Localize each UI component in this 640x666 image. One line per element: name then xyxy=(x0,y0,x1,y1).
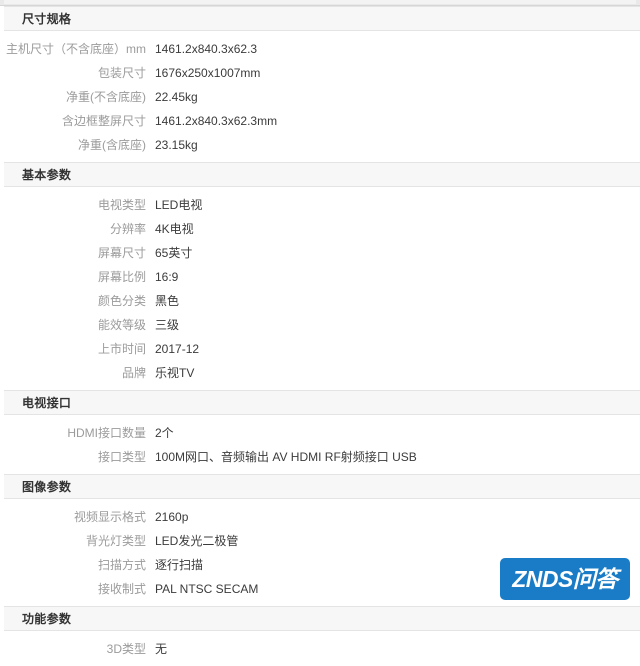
spec-row-value: 22.45kg xyxy=(155,90,198,104)
spec-row-value: LED发光二极管 xyxy=(155,534,239,548)
section-header: 基本参数 xyxy=(4,162,640,187)
spec-row-value: 2017-12 xyxy=(155,342,200,356)
spec-row: 品牌 乐视TV xyxy=(4,361,640,385)
spec-row: 屏幕比例 16:9 xyxy=(4,265,640,289)
znds-watermark-label: ZNDS问答 xyxy=(512,565,618,592)
spec-row-label: 屏幕比例 xyxy=(97,270,146,284)
znds-watermark-badge: ZNDS问答 xyxy=(500,558,630,600)
spec-row: 净重(含底座) 23.15kg xyxy=(4,133,640,157)
spec-row: 主机尺寸（不含底座）mm 1461.2x840.3x62.3 xyxy=(4,37,640,61)
spec-row-label: 上市时间 xyxy=(97,342,146,356)
spec-row-label: 接口类型 xyxy=(97,450,146,464)
spec-row-value: 2160p xyxy=(155,510,189,524)
spec-row-label: 接收制式 xyxy=(97,582,146,596)
spec-row-value: 黑色 xyxy=(155,294,180,308)
spec-row-value: LED电视 xyxy=(155,198,203,212)
spec-row: 背光灯类型 LED发光二极管 xyxy=(4,529,640,553)
spec-row-label: 品牌 xyxy=(121,366,146,380)
spec-row-label: 颜色分类 xyxy=(97,294,146,308)
spec-row: 上市时间 2017-12 xyxy=(4,337,640,361)
section-rows: 3D类型无 xyxy=(4,631,640,666)
spec-row: 视频显示格式 2160p xyxy=(4,505,640,529)
spec-section: 基本参数电视类型 LED电视 分辨率 4K电视 屏幕尺寸 65英寸 屏幕比例 16:9 颜色分类… xyxy=(4,162,640,390)
spec-row-value: 三级 xyxy=(155,318,180,332)
spec-row: 含边框整屏尺寸 1461.2x840.3x62.3mm xyxy=(4,109,640,133)
spec-row-value: 2个 xyxy=(155,426,174,440)
spec-row-label: 净重(不含底座) xyxy=(66,90,146,104)
spec-row: 接口类型 100M网口、音频输出 AV HDMI RF射频接口 USB xyxy=(4,445,640,469)
section-rows: HDMI接口数量 2个 接口类型 100M网口、音频输出 AV HDMI RF射频接口… xyxy=(4,415,640,474)
spec-row: 电视类型 LED电视 xyxy=(4,193,640,217)
spec-row-value: 无 xyxy=(155,642,168,656)
spec-row: 分辨率 4K电视 xyxy=(4,217,640,241)
spec-section: 电视接口 HDMI接口数量 2个 接口类型 100M网口、音频输出 AV HDMI RF… xyxy=(4,390,640,474)
spec-row-label: 视频显示格式 xyxy=(73,510,146,524)
spec-row-value: 23.15kg xyxy=(155,138,198,152)
spec-row-label: 分辨率 xyxy=(109,222,146,236)
spec-row-label: 含边框整屏尺寸 xyxy=(61,114,146,128)
spec-row: HDMI接口数量 2个 xyxy=(4,421,640,445)
spec-row: 包装尺寸 1676x250x1007mm xyxy=(4,61,640,85)
spec-row-value: 4K电视 xyxy=(155,222,194,236)
spec-row-value: 100M网口、音频输出 AV HDMI RF射频接口 USB xyxy=(155,450,417,464)
spec-row-label: HDMI接口数量 xyxy=(67,426,146,440)
spec-row-value: 1461.2x840.3x62.3 xyxy=(155,42,258,56)
spec-row: 屏幕尺寸 65英寸 xyxy=(4,241,640,265)
spec-row-label: 电视类型 xyxy=(97,198,146,212)
spec-row-value: 1676x250x1007mm xyxy=(155,66,261,80)
spec-section: 尺寸规格主机尺寸（不含底座）mm 1461.2x840.3x62.3 包装尺寸 167… xyxy=(4,6,640,162)
section-rows: 电视类型 LED电视 分辨率 4K电视 屏幕尺寸 65英寸 屏幕比例 16:9 颜色分类 黑色 能效… xyxy=(4,187,640,390)
spec-row-value: 1461.2x840.3x62.3mm xyxy=(155,114,278,128)
spec-row-label: 包装尺寸 xyxy=(97,66,146,80)
spec-sheet: 尺寸规格主机尺寸（不含底座）mm 1461.2x840.3x62.3 包装尺寸 167… xyxy=(0,0,640,666)
spec-row-label: 屏幕尺寸 xyxy=(97,246,146,260)
spec-row-value: 乐视TV xyxy=(155,366,195,380)
section-header: 电视接口 xyxy=(4,390,640,415)
spec-row-value: 16:9 xyxy=(155,270,179,284)
section-header: 尺寸规格 xyxy=(4,6,640,31)
spec-row-label: 净重(含底座) xyxy=(78,138,146,152)
spec-row: 3D类型无 xyxy=(4,637,640,661)
spec-row: 能效等级 三级 xyxy=(4,313,640,337)
spec-row-label: 3D类型 xyxy=(106,642,146,656)
spec-row-label: 扫描方式 xyxy=(97,558,146,572)
spec-section: 功能参数 3D类型无 xyxy=(4,606,640,666)
spec-row-label: 背光灯类型 xyxy=(85,534,146,548)
spec-row-value: 65英寸 xyxy=(155,246,193,260)
section-header: 图像参数 xyxy=(4,474,640,499)
top-edge-strip-inner xyxy=(4,0,636,4)
spec-row: 颜色分类 黑色 xyxy=(4,289,640,313)
section-rows: 主机尺寸（不含底座）mm 1461.2x840.3x62.3 包装尺寸 1676x25… xyxy=(4,31,640,162)
spec-row-label: 能效等级 xyxy=(97,318,146,332)
spec-row-label: 主机尺寸（不含底座）mm xyxy=(6,42,146,56)
spec-row: 净重(不含底座) 22.45kg xyxy=(4,85,640,109)
